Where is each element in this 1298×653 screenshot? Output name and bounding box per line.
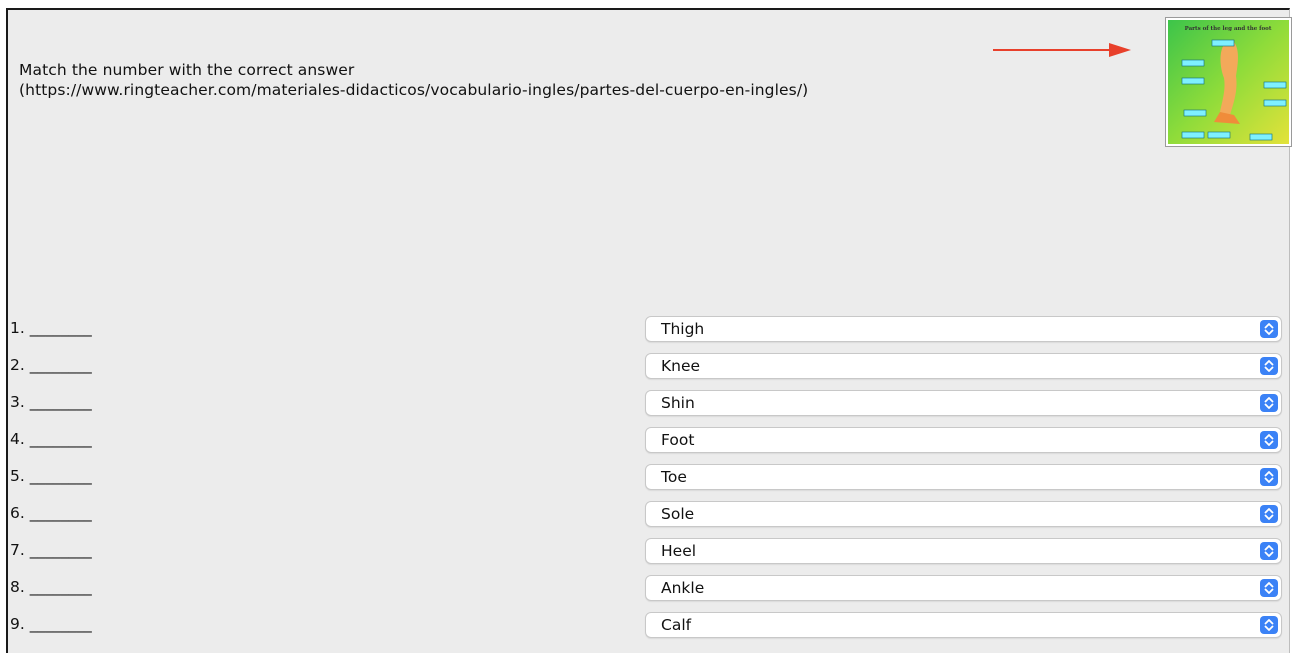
answer-dropdown[interactable]: Foot — [645, 427, 1282, 453]
leg-diagram-image: Parts of the leg and the foot — [1168, 20, 1289, 144]
item-number-label: 6. ________ — [10, 504, 92, 522]
dropdown-selected-value: Ankle — [661, 579, 705, 597]
item-number-label: 4. ________ — [10, 430, 92, 448]
chevron-up-down-icon[interactable] — [1260, 616, 1278, 634]
answer-dropdown[interactable]: Calf — [645, 612, 1282, 638]
item-number-label: 2. ________ — [10, 356, 92, 374]
dropdown-selected-value: Calf — [661, 616, 692, 634]
instructions-line-1: Match the number with the correct answer — [19, 61, 355, 79]
item-number-label: 9. ________ — [10, 615, 92, 633]
instructions: Match the number with the correct answer… — [19, 60, 808, 100]
item-number-label: 3. ________ — [10, 393, 92, 411]
dropdown-selected-value: Heel — [661, 542, 697, 560]
answer-dropdown[interactable]: Knee — [645, 353, 1282, 379]
item-number-label: 1. ________ — [10, 319, 92, 337]
chevron-up-down-icon[interactable] — [1260, 542, 1278, 560]
chevron-up-down-icon[interactable] — [1260, 320, 1278, 338]
item-number-label: 7. ________ — [10, 541, 92, 559]
answer-dropdown[interactable]: Ankle — [645, 575, 1282, 601]
chevron-up-down-icon[interactable] — [1260, 505, 1278, 523]
leg-diagram-thumbnail[interactable]: Parts of the leg and the foot — [1165, 17, 1292, 147]
answer-dropdown[interactable]: Shin — [645, 390, 1282, 416]
chevron-up-down-icon[interactable] — [1260, 431, 1278, 449]
dropdown-selected-value: Shin — [661, 394, 695, 412]
dropdown-selected-value: Sole — [661, 505, 695, 523]
dropdown-selected-value: Foot — [661, 431, 695, 449]
chevron-up-down-icon[interactable] — [1260, 394, 1278, 412]
chevron-up-down-icon[interactable] — [1260, 468, 1278, 486]
thumbnail-title: Parts of the leg and the foot — [1185, 26, 1272, 32]
item-number-label: 8. ________ — [10, 578, 92, 596]
dropdown-selected-value: Thigh — [661, 320, 705, 338]
answer-dropdown[interactable]: Sole — [645, 501, 1282, 527]
instructions-line-2: (https://www.ringteacher.com/materiales-… — [19, 81, 809, 99]
chevron-up-down-icon[interactable] — [1260, 357, 1278, 375]
dropdown-selected-value: Knee — [661, 357, 701, 375]
dropdown-selected-value: Toe — [661, 468, 687, 486]
chevron-up-down-icon[interactable] — [1260, 579, 1278, 597]
answer-dropdown[interactable]: Heel — [645, 538, 1282, 564]
answer-dropdown[interactable]: Thigh — [645, 316, 1282, 342]
answer-dropdown[interactable]: Toe — [645, 464, 1282, 490]
arrow-right-icon — [993, 43, 1131, 57]
item-number-label: 5. ________ — [10, 467, 92, 485]
